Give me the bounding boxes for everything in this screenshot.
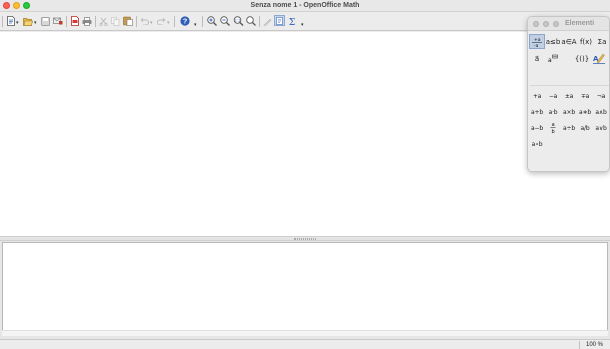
formula-display-area[interactable] (0, 32, 610, 236)
element-a-ast-b[interactable]: a∗b (577, 106, 593, 118)
panel-close-button[interactable] (533, 21, 539, 27)
element-minus-a[interactable]: −a (545, 90, 561, 102)
undo-dropdown-icon[interactable]: ▾ (150, 21, 153, 26)
copy-icon[interactable] (111, 16, 120, 26)
elements-panel-titlebar[interactable]: Elementi (528, 17, 609, 31)
cut-icon[interactable] (99, 16, 108, 26)
splitter-grip[interactable] (294, 238, 316, 240)
new-icon[interactable] (6, 16, 15, 26)
toolbar-separator (259, 16, 260, 27)
open-dropdown-icon[interactable]: ▾ (34, 21, 37, 26)
update-icon[interactable] (263, 16, 272, 26)
toolbar-separator (2, 16, 3, 27)
standard-toolbar: ▾ ▾ ▾ ▾ ? ▾ 1:1 Σ ▾ (0, 12, 610, 31)
svg-text:1:1: 1:1 (235, 18, 241, 23)
symbols-icon[interactable]: Σ (287, 16, 296, 26)
category-set-operations[interactable]: a∈A (561, 34, 577, 49)
status-bar: 100 % (0, 339, 610, 349)
export-pdf-icon[interactable] (70, 16, 79, 26)
svg-text:-a: -a (534, 44, 539, 48)
svg-text:?: ? (182, 17, 187, 26)
svg-text:Σ: Σ (288, 18, 294, 26)
toolbar-separator (66, 16, 67, 27)
formula-cursor-icon[interactable] (274, 15, 285, 26)
toolbar-separator (202, 16, 203, 27)
category-brackets[interactable]: {()} (574, 51, 590, 66)
svg-text:+a: +a (534, 37, 541, 43)
redo-icon[interactable] (157, 16, 166, 26)
paste-icon[interactable] (123, 16, 133, 26)
element-plus-a[interactable]: +a (529, 90, 545, 102)
open-icon[interactable] (23, 16, 33, 26)
panel-zoom-button[interactable] (553, 21, 559, 27)
element-not-a[interactable]: ¬a (593, 90, 609, 102)
status-separator (579, 341, 580, 349)
window-title: Senza nome 1 - OpenOffice Math (250, 2, 360, 9)
svg-text:a: a (548, 57, 552, 64)
category-formatting[interactable]: A (591, 51, 607, 66)
command-window (0, 241, 610, 339)
elements-panel-title: Elementi (565, 20, 595, 27)
toolbar-overflow-icon[interactable]: ▾ (194, 23, 197, 28)
category-unary-binary[interactable]: +a -a (529, 34, 545, 49)
toolbar-separator (136, 16, 137, 27)
svg-text:b: b (552, 129, 555, 134)
zoom-out-icon[interactable] (220, 16, 230, 26)
toolbar-overflow-icon[interactable]: ▾ (301, 23, 304, 28)
zoom-level[interactable]: 100 % (586, 341, 603, 349)
toolbar-separator (174, 16, 175, 27)
category-attributes[interactable]: a⃗ (529, 51, 545, 66)
category-functions[interactable]: f(x) (578, 34, 594, 49)
panel-minimize-button[interactable] (543, 21, 549, 27)
element-a-minus-b[interactable]: a−b (529, 122, 545, 134)
toolbar-separator (95, 16, 96, 27)
zoom-100-icon[interactable]: 1:1 (233, 16, 244, 26)
title-bar: Senza nome 1 - OpenOffice Math (0, 0, 610, 12)
redo-dropdown-icon[interactable]: ▾ (167, 21, 170, 26)
help-icon[interactable]: ? (179, 16, 190, 26)
element-plus-minus-a[interactable]: ±a (561, 90, 577, 102)
command-horizontal-scrollbar[interactable] (2, 330, 608, 336)
svg-text:a: a (552, 122, 555, 128)
element-a-times-b[interactable]: a×b (561, 106, 577, 118)
panel-divider (530, 85, 609, 86)
print-icon[interactable] (82, 16, 92, 26)
new-dropdown-icon[interactable]: ▾ (16, 21, 19, 26)
element-a-over-b[interactable]: ab (545, 120, 561, 134)
mail-icon[interactable] (53, 16, 63, 26)
element-minus-plus-a[interactable]: ∓a (577, 90, 593, 102)
category-others[interactable]: a (545, 51, 561, 66)
undo-icon[interactable] (140, 16, 149, 26)
show-all-icon[interactable] (246, 16, 256, 26)
zoom-in-icon[interactable] (207, 16, 217, 26)
category-operators[interactable]: Σa (594, 34, 609, 49)
element-a-and-b[interactable]: a∧b (593, 106, 609, 118)
element-a-or-b[interactable]: a∨b (593, 122, 609, 134)
element-a-circ-b[interactable]: a∘b (529, 138, 545, 150)
save-icon[interactable] (41, 16, 50, 26)
formula-command-input[interactable] (2, 242, 608, 336)
element-a-cdot-b[interactable]: a·b (545, 106, 561, 118)
elements-panel: Elementi +a -a a≤b a∈A f(x) Σa a⃗ a {()} … (527, 16, 610, 172)
element-a-div-b[interactable]: a÷b (561, 122, 577, 134)
element-a-slash-b[interactable]: a/b (577, 122, 593, 134)
category-relations[interactable]: a≤b (545, 34, 561, 49)
element-a-plus-b[interactable]: a+b (529, 106, 545, 118)
